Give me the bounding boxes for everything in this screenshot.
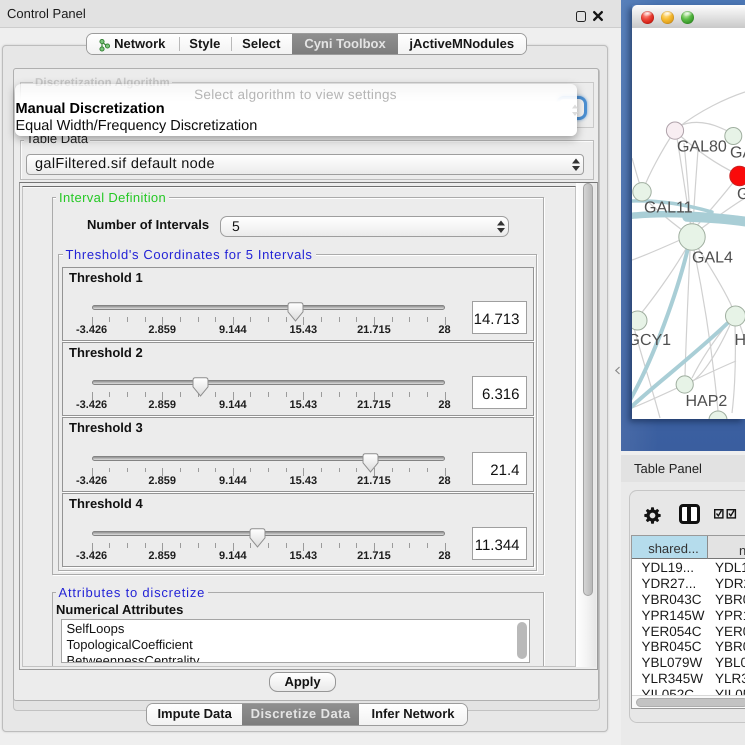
svg-text:GAL4: GAL4 (692, 250, 733, 267)
svg-text:G: G (737, 186, 745, 203)
svg-text:GA: GA (730, 145, 745, 162)
svg-text:GAL11: GAL11 (644, 200, 693, 217)
svg-text:H: H (735, 332, 745, 349)
svg-text:GCY1: GCY1 (632, 332, 671, 349)
svg-text:HAP2: HAP2 (686, 393, 728, 410)
svg-text:GAL80: GAL80 (677, 139, 727, 156)
